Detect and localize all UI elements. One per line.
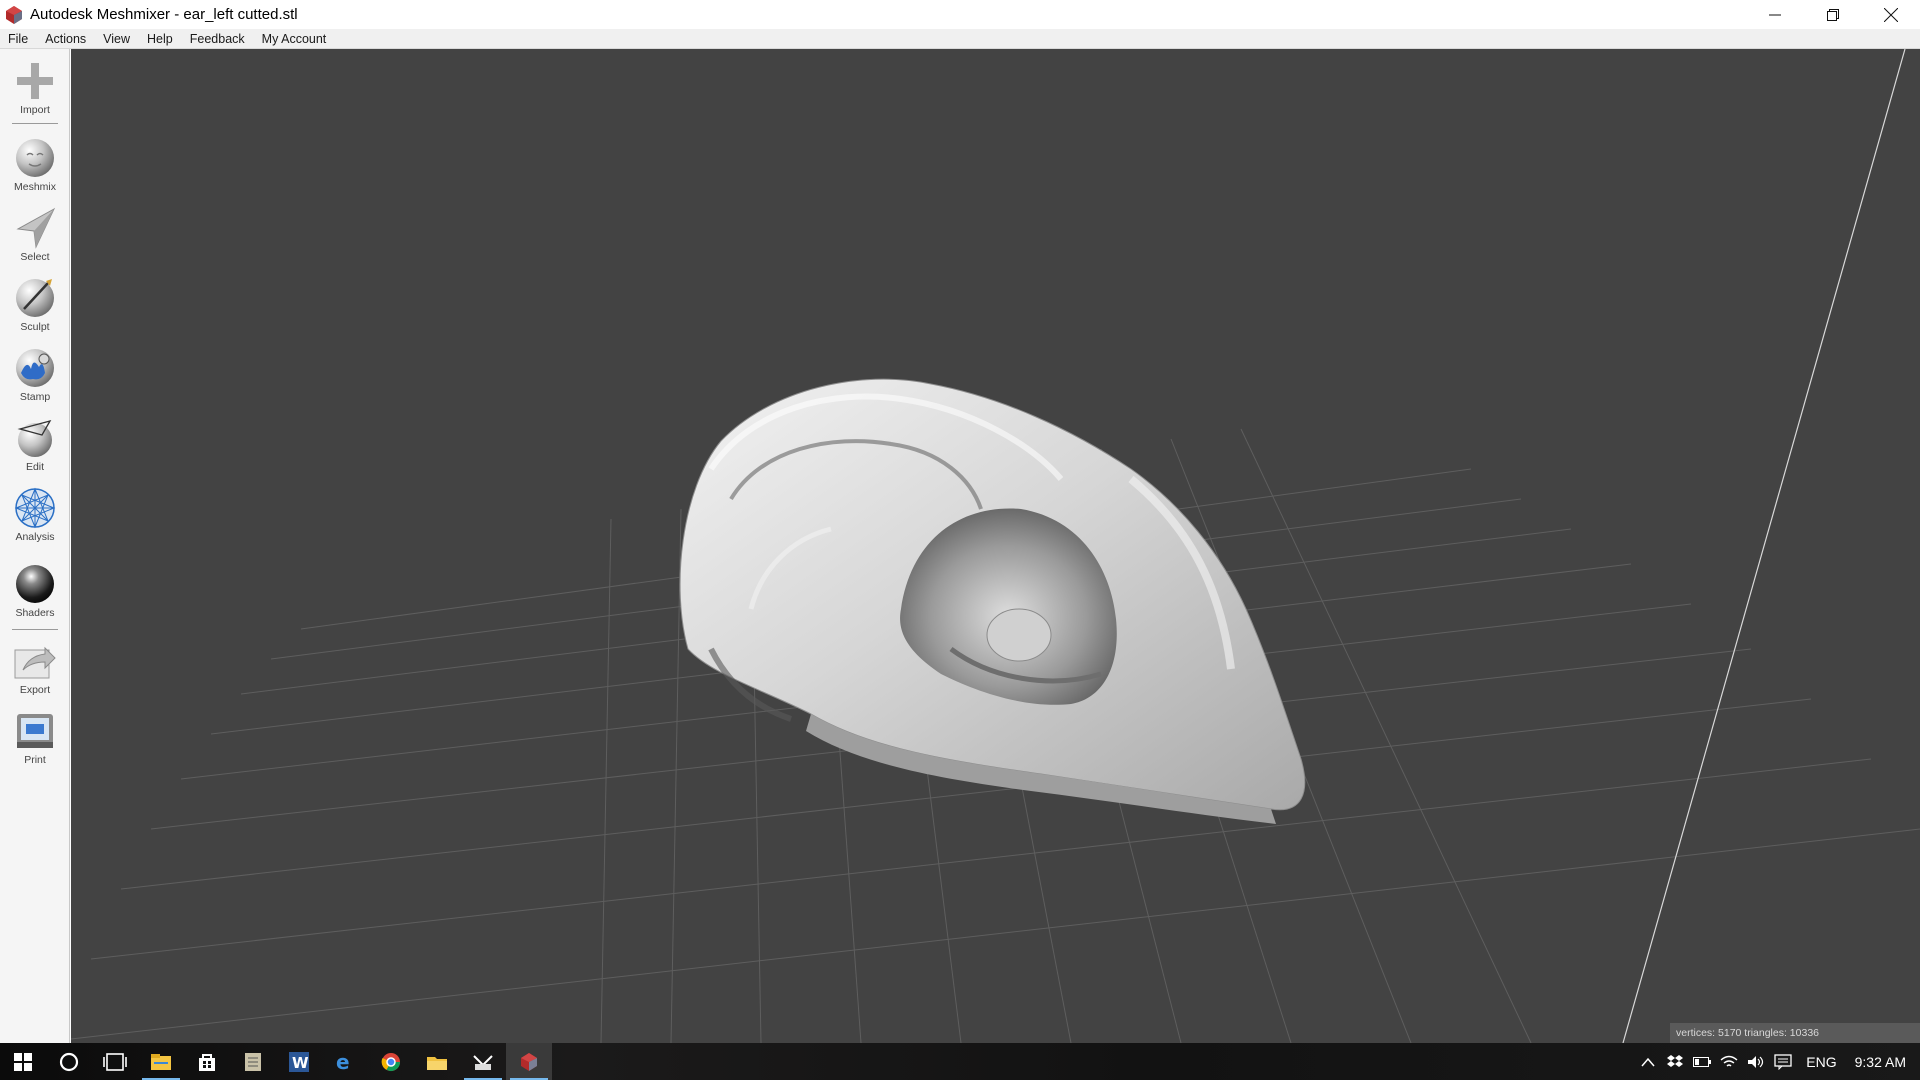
menu-view[interactable]: View [95, 32, 139, 46]
restore-button[interactable] [1804, 0, 1862, 29]
svg-text:W: W [292, 1054, 309, 1072]
select-arrow-icon [13, 206, 57, 250]
stamp-icon [13, 346, 57, 390]
tool-shaders-label: Shaders [15, 607, 55, 619]
menu-feedback[interactable]: Feedback [182, 32, 254, 46]
tool-analysis[interactable]: Analysis [0, 486, 70, 543]
tray-wifi[interactable] [1715, 1043, 1742, 1080]
wifi-icon [1720, 1055, 1738, 1067]
chrome-icon [381, 1052, 400, 1071]
tool-export[interactable]: Export [0, 639, 70, 696]
taskbar-meshmixer[interactable] [506, 1043, 552, 1080]
minimize-icon [1769, 14, 1781, 15]
tool-export-label: Export [19, 684, 51, 696]
taskbar-word[interactable]: W [276, 1043, 322, 1080]
minimize-button[interactable] [1746, 0, 1804, 29]
menu-file[interactable]: File [0, 32, 37, 46]
tray-volume[interactable] [1742, 1043, 1769, 1080]
folder-icon [427, 1056, 447, 1070]
tool-edit-label: Edit [25, 461, 45, 473]
menu-my-account[interactable]: My Account [254, 32, 336, 46]
tool-shaders[interactable]: Shaders [0, 562, 70, 619]
speaker-icon [1747, 1055, 1763, 1068]
close-icon [1884, 7, 1898, 22]
tool-edit[interactable]: Edit [0, 416, 70, 473]
tool-sculpt-label: Sculpt [20, 321, 50, 333]
3d-viewport[interactable]: vertices: 5170 triangles: 10336 [71, 49, 1920, 1043]
taskbar-chrome[interactable] [368, 1043, 414, 1080]
start-button[interactable] [0, 1043, 46, 1080]
cortana-button[interactable] [46, 1043, 92, 1080]
notification-icon [1774, 1053, 1792, 1070]
tool-meshmix-label: Meshmix [13, 181, 56, 193]
svg-text:e: e [336, 1052, 350, 1072]
battery-icon [1692, 1056, 1711, 1067]
plus-icon [13, 59, 57, 103]
taskbar: W e ENG 9:32 AM [0, 1043, 1920, 1080]
menu-help[interactable]: Help [139, 32, 182, 46]
tool-print[interactable]: Print [0, 709, 70, 766]
sculpt-brush-icon [13, 276, 57, 320]
tool-import-label: Import [20, 104, 50, 116]
tool-select-label: Select [20, 251, 50, 263]
meshmixer-logo-icon [6, 5, 22, 24]
store-icon [199, 1053, 215, 1071]
tool-meshmix[interactable]: Meshmix [0, 136, 70, 193]
taskbar-file-explorer[interactable] [138, 1043, 184, 1080]
tool-print-label: Print [24, 754, 46, 766]
close-button[interactable] [1862, 0, 1920, 29]
meshmix-sphere-icon [13, 136, 57, 180]
word-icon: W [289, 1051, 309, 1072]
tool-import[interactable]: Import [0, 59, 70, 116]
tool-sculpt[interactable]: Sculpt [0, 276, 70, 333]
file-explorer-icon [151, 1053, 171, 1070]
tool-analysis-label: Analysis [15, 531, 55, 543]
edge-icon: e [336, 1052, 350, 1072]
printer-icon [13, 709, 57, 753]
analysis-sphere-icon [13, 486, 57, 530]
edit-sphere-icon [13, 416, 57, 460]
scene-canvas[interactable] [71, 49, 1920, 1043]
restore-icon [1827, 8, 1839, 21]
mesh-stats-readout: vertices: 5170 triangles: 10336 [1670, 1023, 1920, 1043]
clock[interactable]: 9:32 AM [1847, 1054, 1920, 1070]
tray-action-center[interactable] [1769, 1043, 1796, 1080]
tool-stamp[interactable]: Stamp [0, 346, 70, 403]
notepad-icon [245, 1052, 261, 1071]
task-view-button[interactable] [92, 1043, 138, 1080]
left-toolbar: Import Meshmix Select Sculpt Stamp Edit [0, 49, 70, 1043]
toolbar-divider [12, 123, 58, 124]
axis-line [1622, 49, 1906, 1043]
dropbox-icon [1666, 1054, 1683, 1067]
tray-dropbox[interactable] [1661, 1043, 1688, 1080]
chevron-up-icon [1641, 1057, 1655, 1066]
meshmixer-icon [521, 1052, 537, 1071]
language-indicator[interactable]: ENG [1796, 1054, 1846, 1070]
system-tray: ENG 9:32 AM [1634, 1043, 1920, 1080]
title-bar: Autodesk Meshmixer - ear_left cutted.stl [0, 0, 1920, 29]
toolbar-divider [12, 629, 58, 630]
taskbar-store[interactable] [184, 1043, 230, 1080]
shader-ball-icon [13, 562, 57, 606]
export-icon [13, 639, 57, 683]
taskbar-snipping-tool[interactable] [460, 1043, 506, 1080]
tool-select[interactable]: Select [0, 206, 70, 263]
cortana-icon [59, 1052, 79, 1071]
task-view-icon [103, 1052, 127, 1071]
tool-stamp-label: Stamp [19, 391, 51, 403]
taskbar-notepad[interactable] [230, 1043, 276, 1080]
menu-bar: File Actions View Help Feedback My Accou… [0, 29, 1920, 49]
ear-mesh[interactable] [679, 378, 1306, 824]
taskbar-edge[interactable]: e [322, 1043, 368, 1080]
start-icon [14, 1052, 32, 1071]
menu-actions[interactable]: Actions [37, 32, 95, 46]
snipping-icon [473, 1054, 493, 1070]
show-hidden-icons-button[interactable] [1634, 1043, 1661, 1080]
tray-battery[interactable] [1688, 1043, 1715, 1080]
window-title: Autodesk Meshmixer - ear_left cutted.stl [30, 6, 298, 23]
taskbar-folder[interactable] [414, 1043, 460, 1080]
